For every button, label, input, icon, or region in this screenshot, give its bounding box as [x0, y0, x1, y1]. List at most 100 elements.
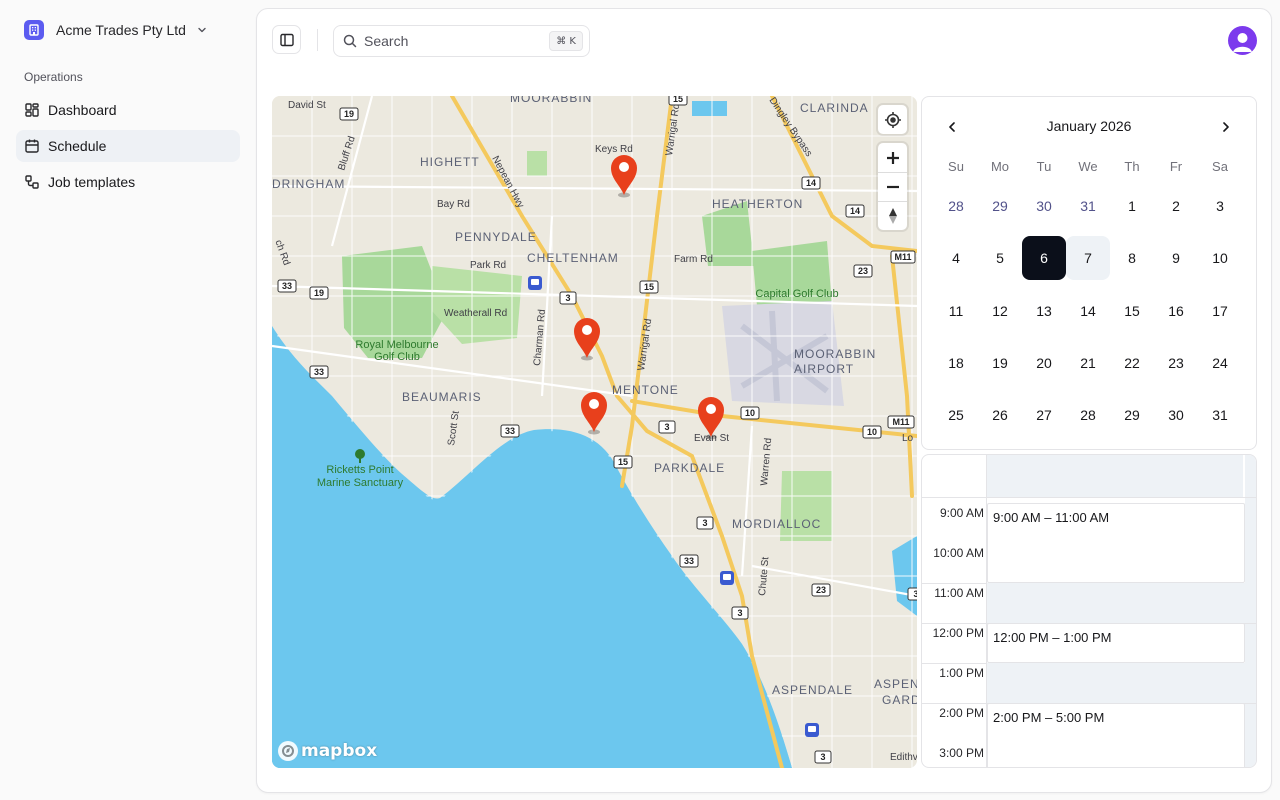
calendar-day[interactable]: 21: [1066, 341, 1110, 385]
calendar-day[interactable]: 12: [978, 289, 1022, 333]
calendar-day[interactable]: 23: [1154, 341, 1198, 385]
weekday-label: Tu: [1036, 159, 1052, 174]
svg-text:19: 19: [314, 288, 324, 298]
calendar-day[interactable]: 15: [1110, 289, 1154, 333]
route-shield: 19: [339, 107, 359, 121]
calendar-day[interactable]: 17: [1198, 289, 1242, 333]
route-shield: 3: [814, 750, 832, 764]
next-month-button[interactable]: [1212, 113, 1240, 141]
map-label-bay-rd: Bay Rd: [437, 199, 470, 210]
calendar-day[interactable]: 29: [1110, 393, 1154, 437]
agenda-hour-line: [922, 497, 1256, 498]
calendar-day[interactable]: 28: [1066, 393, 1110, 437]
agenda-event[interactable]: 9:00 AM – 11:00 AM: [987, 503, 1245, 583]
day-agenda: 9:00 AM 10:00 AM 11:00 AM 12:00 PM 1:00 …: [921, 454, 1257, 768]
calendar-day[interactable]: 1: [1110, 184, 1154, 228]
sidebar-item-job-templates[interactable]: Job templates: [16, 166, 240, 198]
mapbox-mark-icon: [278, 741, 298, 761]
agenda-time-label: 1:00 PM: [939, 666, 984, 680]
train-station-icon: [805, 723, 819, 737]
svg-text:3: 3: [913, 589, 917, 599]
calendar-day[interactable]: 28: [934, 184, 978, 228]
agenda-empty-slot[interactable]: [987, 583, 1256, 623]
calendar-day[interactable]: 29: [978, 184, 1022, 228]
calendar-day[interactable]: 31: [1066, 184, 1110, 228]
map-label-heatherton: HEATHERTON: [712, 197, 803, 211]
search-input[interactable]: Search ⌘ K: [333, 25, 590, 57]
plus-icon: [886, 151, 900, 165]
calendar-day[interactable]: 14: [1066, 289, 1110, 333]
calendar-day[interactable]: 7: [1066, 236, 1110, 280]
map-label-park-rd: Park Rd: [470, 260, 506, 271]
org-switcher[interactable]: Acme Trades Pty Ltd: [16, 14, 240, 46]
compass-button[interactable]: [878, 201, 907, 230]
route-shield: 3: [696, 516, 714, 530]
calendar-day[interactable]: 22: [1110, 341, 1154, 385]
workflow-icon: [24, 174, 40, 190]
calendar-day[interactable]: 30: [1022, 184, 1066, 228]
geolocate-button[interactable]: [878, 105, 907, 134]
calendar-day[interactable]: 18: [934, 341, 978, 385]
calendar-day[interactable]: 4: [934, 236, 978, 280]
map-label-moorabbin-airport-2: AIRPORT: [794, 362, 854, 376]
map-label-aspen: ASPEN: [874, 677, 917, 691]
avatar[interactable]: [1228, 26, 1257, 55]
calendar-icon: [24, 138, 40, 154]
sidebar-nav: Dashboard Schedule Job templates: [16, 94, 240, 202]
train-station-icon: [720, 571, 734, 585]
svg-text:10: 10: [745, 408, 755, 418]
calendar-day[interactable]: 24: [1198, 341, 1242, 385]
map-label-pennydale: PENNYDALE: [455, 230, 537, 244]
svg-text:23: 23: [816, 585, 826, 595]
building-icon: [24, 20, 44, 40]
calendar-day[interactable]: 20: [1022, 341, 1066, 385]
calendar-day[interactable]: 27: [1022, 393, 1066, 437]
route-shield: 10: [740, 406, 760, 420]
svg-text:23: 23: [858, 266, 868, 276]
calendar-day[interactable]: 16: [1154, 289, 1198, 333]
calendar-day[interactable]: 30: [1154, 393, 1198, 437]
sidebar-item-schedule[interactable]: Schedule: [16, 130, 240, 162]
zoom-out-button[interactable]: [878, 172, 907, 201]
weekday-label: Su: [948, 159, 964, 174]
calendar-day[interactable]: 25: [934, 393, 978, 437]
calendar-day[interactable]: 8: [1110, 236, 1154, 280]
agenda-empty-slot[interactable]: [987, 663, 1256, 703]
agenda-event[interactable]: 12:00 PM – 1:00 PM: [987, 623, 1245, 663]
search-icon: [342, 33, 358, 49]
calendar-day[interactable]: 26: [978, 393, 1022, 437]
map-label-cheltenham: CHELTENHAM: [527, 251, 619, 265]
map-label-parkdale: PARKDALE: [654, 461, 725, 475]
sidebar-toggle-button[interactable]: [272, 25, 301, 54]
sidebar-item-label: Dashboard: [48, 102, 117, 118]
map[interactable]: MOORABBIN CLARINDA HIGHETT HEATHERTON PE…: [272, 96, 917, 768]
calendar-month-label: January 2026: [1046, 118, 1132, 134]
calendar-day[interactable]: 6: [1022, 236, 1066, 280]
sidebar-item-dashboard[interactable]: Dashboard: [16, 94, 240, 126]
route-shield: 14: [801, 176, 821, 190]
mapbox-logo[interactable]: mapbox: [278, 741, 377, 761]
map-label-keys-rd: Keys Rd: [595, 144, 633, 155]
calendar-day[interactable]: 3: [1198, 184, 1242, 228]
sidebar-item-label: Job templates: [48, 174, 136, 190]
map-label-golf-club: Golf Club: [374, 351, 420, 363]
panel-left-icon: [279, 32, 295, 48]
org-name: Acme Trades Pty Ltd: [56, 22, 186, 38]
calendar-day[interactable]: 19: [978, 341, 1022, 385]
crosshair-icon: [884, 111, 902, 129]
calendar-day[interactable]: 13: [1022, 289, 1066, 333]
calendar-day[interactable]: 31: [1198, 393, 1242, 437]
calendar-day[interactable]: 9: [1154, 236, 1198, 280]
calendar-day[interactable]: 5: [978, 236, 1022, 280]
train-station-icon: [528, 276, 542, 290]
calendar-day[interactable]: 10: [1198, 236, 1242, 280]
zoom-in-button[interactable]: [878, 143, 907, 172]
calendar-day[interactable]: 11: [934, 289, 978, 333]
agenda-header: [987, 455, 1243, 497]
route-shield: 19: [309, 286, 329, 300]
svg-text:3: 3: [702, 518, 707, 528]
chevron-down-icon: [196, 24, 208, 36]
svg-text:3: 3: [820, 752, 825, 762]
agenda-event[interactable]: 2:00 PM – 5:00 PM: [987, 703, 1245, 767]
calendar-day[interactable]: 2: [1154, 184, 1198, 228]
